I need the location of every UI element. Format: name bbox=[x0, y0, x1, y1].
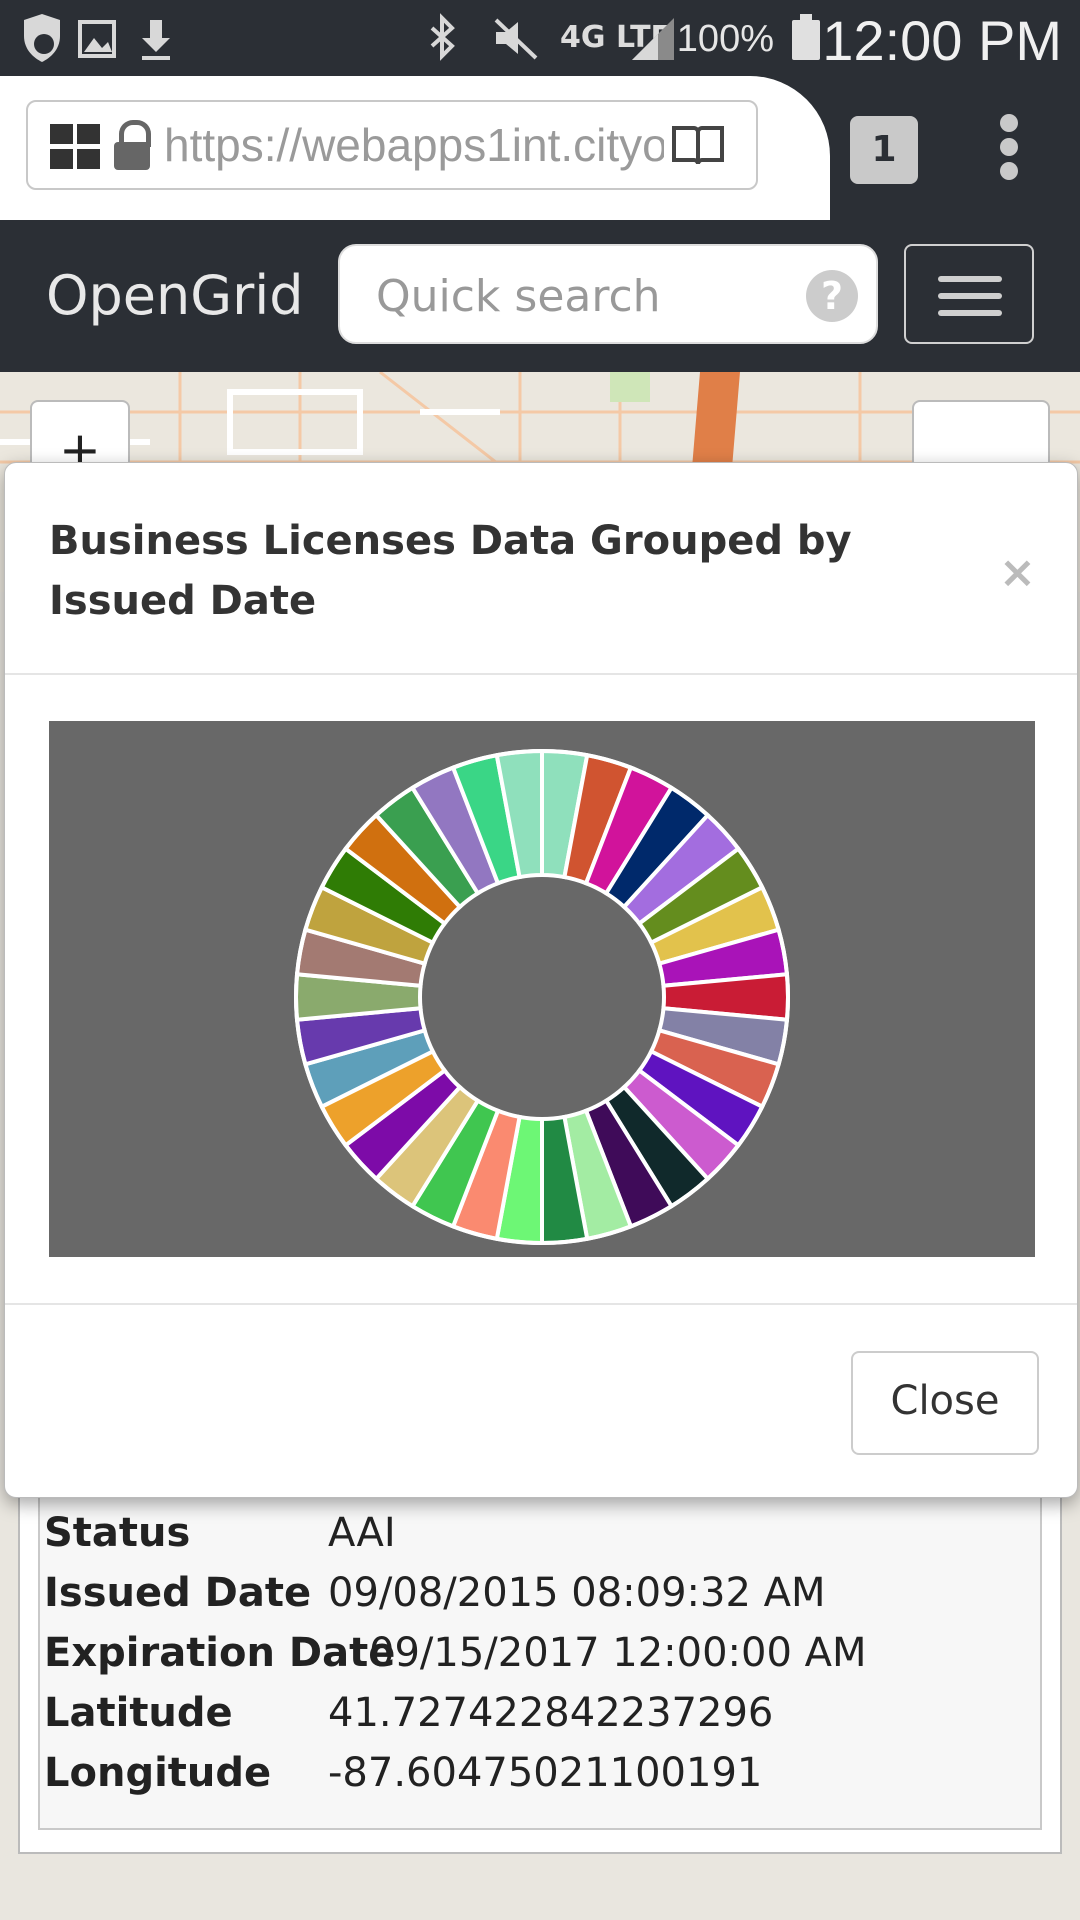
site-grid-icon bbox=[50, 124, 102, 170]
quick-search-input[interactable] bbox=[374, 264, 798, 328]
lock-icon bbox=[112, 120, 152, 172]
info-row-longitude: Longitude -87.60475021100191 bbox=[44, 1750, 763, 1796]
status-bar: 4G LTE 100% 12:00 PM bbox=[0, 0, 1080, 76]
reader-mode-icon[interactable] bbox=[670, 124, 726, 168]
download-icon bbox=[136, 10, 176, 78]
menu-toggle-button[interactable] bbox=[904, 244, 1034, 344]
shield-icon bbox=[18, 10, 66, 78]
modal-close-icon[interactable]: × bbox=[999, 547, 1036, 598]
battery-percent: 100% bbox=[676, 18, 774, 60]
info-row-issued-date: Issued Date 09/08/2015 08:09:32 AM bbox=[44, 1570, 826, 1616]
close-button[interactable]: Close bbox=[851, 1351, 1039, 1455]
mute-icon bbox=[492, 10, 540, 78]
modal-title: Business Licenses Data Grouped by Issued… bbox=[49, 518, 852, 624]
quick-search-box: ? bbox=[338, 244, 878, 344]
info-row-latitude: Latitude 41.727422842237296 bbox=[44, 1690, 774, 1736]
brand-logo-text[interactable]: OpenGrid bbox=[46, 264, 304, 327]
image-icon bbox=[78, 10, 118, 78]
app-navbar: OpenGrid ? bbox=[0, 220, 1080, 372]
donut-chart bbox=[294, 748, 790, 1246]
chart-modal: Business Licenses Data Grouped by Issued… bbox=[4, 462, 1078, 1498]
url-bar[interactable]: https://webapps1int.cityo bbox=[26, 100, 758, 190]
url-text: https://webapps1int.cityo bbox=[164, 119, 664, 171]
clock: 12:00 PM bbox=[822, 9, 1062, 72]
chart-container bbox=[49, 721, 1035, 1257]
help-icon[interactable]: ? bbox=[806, 270, 858, 322]
tab-switcher-button[interactable]: 1 bbox=[850, 116, 918, 184]
bluetooth-icon bbox=[424, 10, 460, 78]
info-row-expiration-date: Expiration Date09/15/2017 12:00:00 AM bbox=[44, 1630, 867, 1676]
info-row-status: Status AAI bbox=[44, 1510, 396, 1556]
browser-menu-icon[interactable] bbox=[998, 114, 1020, 180]
signal-icon bbox=[628, 10, 678, 78]
battery-icon bbox=[790, 10, 822, 78]
modal-header: Business Licenses Data Grouped by Issued… bbox=[5, 463, 1077, 675]
